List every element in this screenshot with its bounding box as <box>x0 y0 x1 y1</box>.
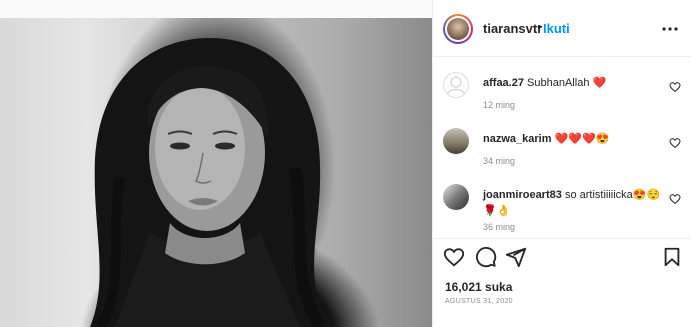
bookmark-icon[interactable] <box>661 246 683 268</box>
post-photo[interactable] <box>0 18 432 327</box>
heart-icon[interactable] <box>443 246 465 268</box>
author-username[interactable]: tiaransvtr <box>483 21 542 36</box>
comment-text: so artistiiiiicka😍😌 <box>564 189 661 201</box>
comment-time[interactable]: 34 ming <box>483 156 515 166</box>
send-icon[interactable] <box>505 246 527 268</box>
commenter-avatar[interactable] <box>443 184 469 210</box>
commenter-avatar[interactable] <box>443 128 469 154</box>
commenter-username[interactable]: affaa.27 <box>483 77 524 89</box>
header-divider <box>433 56 691 57</box>
more-options-icon[interactable] <box>661 22 679 36</box>
likes-count[interactable]: 16,021 suka <box>445 280 512 294</box>
post-actions <box>433 246 691 270</box>
commenter-username[interactable]: nazwa_karim <box>483 133 551 145</box>
comment-item: joanmiroeart83 so artistiiiiicka😍😌 🌹👌 36… <box>433 176 691 236</box>
photo-illustration <box>90 38 330 327</box>
commenter-username[interactable]: joanmiroeart83 <box>483 189 562 201</box>
comment-time[interactable]: 36 ming <box>483 222 515 232</box>
comment-item: nazwa_karim ❤️❤️❤️😍 34 ming <box>433 120 691 176</box>
default-avatar-icon <box>443 72 469 98</box>
comment-item: affaa.27 SubhanAllah ❤️ 12 ming <box>433 64 691 120</box>
follow-button[interactable]: Ikuti <box>543 21 570 36</box>
heart-icon[interactable] <box>669 81 681 93</box>
comment-icon[interactable] <box>475 246 497 268</box>
actions-divider <box>433 238 691 239</box>
post-header: tiaransvtr • Ikuti <box>433 10 691 48</box>
comment-text-line2: 🌹👌 <box>483 205 511 217</box>
comment-text: ❤️❤️❤️😍 <box>554 133 610 145</box>
post-sidebar: tiaransvtr • Ikuti affaa.27 SubhanAllah … <box>432 0 691 327</box>
heart-icon[interactable] <box>669 137 681 149</box>
heart-icon[interactable] <box>669 193 681 205</box>
commenter-avatar[interactable] <box>443 72 469 98</box>
comments-list[interactable]: affaa.27 SubhanAllah ❤️ 12 ming nazwa_ka… <box>433 60 691 236</box>
separator-dot: • <box>537 19 542 34</box>
author-avatar[interactable] <box>443 14 473 44</box>
comment-text: SubhanAllah ❤️ <box>527 77 607 89</box>
post-date[interactable]: AGUSTUS 31, 2020 <box>445 298 513 305</box>
comment-time[interactable]: 12 ming <box>483 100 515 110</box>
